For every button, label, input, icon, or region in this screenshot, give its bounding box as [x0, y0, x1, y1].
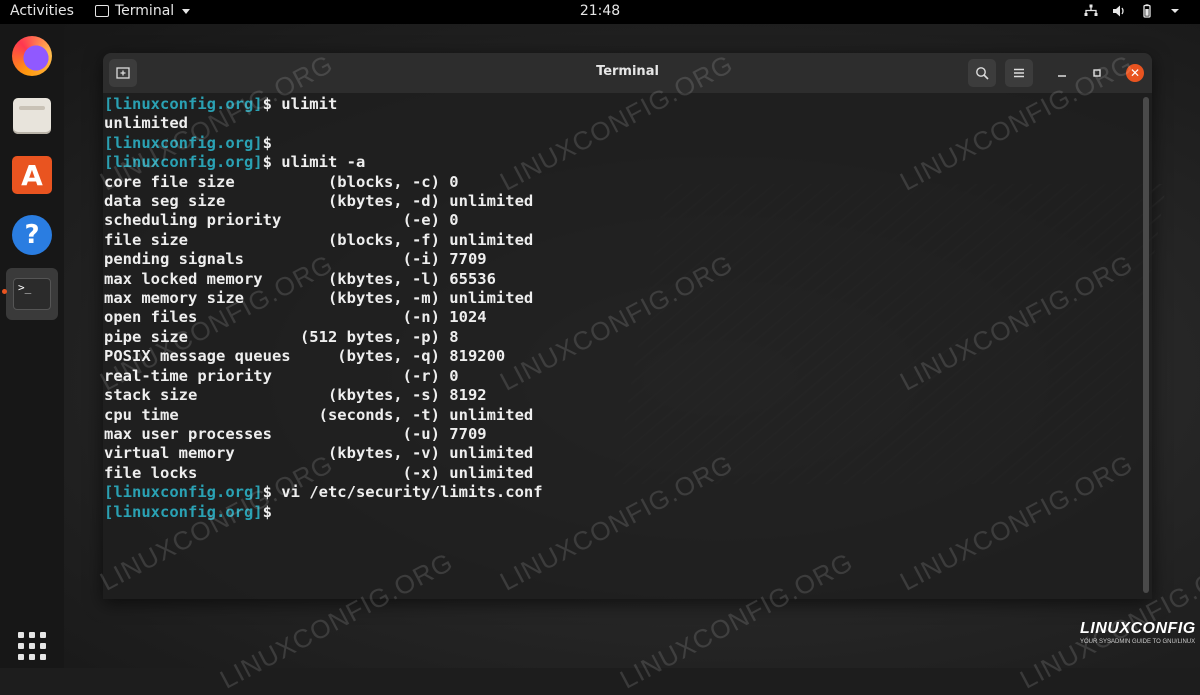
dock-help[interactable]: ?	[6, 209, 58, 261]
terminal-line: data seg size (kbytes, -d) unlimited	[104, 192, 1143, 211]
scrollbar[interactable]	[1143, 97, 1149, 593]
maximize-button[interactable]	[1083, 59, 1111, 87]
close-button[interactable]: ✕	[1121, 59, 1149, 87]
terminal-line: file locks (-x) unlimited	[104, 464, 1143, 483]
terminal-line: max memory size (kbytes, -m) unlimited	[104, 289, 1143, 308]
terminal-line: stack size (kbytes, -s) 8192	[104, 386, 1143, 405]
app-store-icon: A	[12, 156, 52, 194]
hamburger-icon	[1014, 68, 1024, 78]
battery-icon	[1143, 4, 1151, 18]
linuxconfig-logo: LINUXCONFIG YOUR SYSADMIN GUIDE TO GNU/L…	[1080, 620, 1196, 645]
line-text: core file size (blocks, -c) 0	[104, 172, 459, 191]
line-text: unlimited	[104, 114, 188, 133]
clock[interactable]: 21:48	[580, 3, 620, 19]
terminal-line: [linuxconfig.org]$	[104, 134, 1143, 153]
line-text: $ ulimit	[262, 95, 338, 113]
terminal-line: unlimited	[104, 114, 1143, 133]
show-applications-icon[interactable]	[18, 632, 46, 660]
files-icon	[13, 98, 51, 134]
terminal-small-icon	[95, 5, 109, 17]
minimize-icon	[1058, 75, 1066, 77]
help-icon: ?	[12, 215, 52, 255]
line-text: virtual memory (kbytes, -v) unlimited	[104, 444, 534, 463]
line-text: cpu time (seconds, -t) unlimited	[104, 405, 534, 424]
terminal-line: virtual memory (kbytes, -v) unlimited	[104, 444, 1143, 463]
terminal-output[interactable]: [linuxconfig.org]$ ulimit unlimited [linux…	[103, 93, 1143, 599]
firefox-icon	[12, 36, 52, 76]
terminal-line: pending signals (-i) 7709	[104, 250, 1143, 269]
terminal-window: Terminal ✕ [linuxconfig.org]$ ulimit unl…	[103, 53, 1152, 599]
minimize-button[interactable]	[1048, 59, 1076, 87]
logo-name: LINUXCONFIG	[1080, 620, 1196, 637]
power-caret-icon	[1171, 9, 1179, 13]
terminal-icon: >_	[13, 278, 51, 310]
terminal-line: real-time priority (-r) 0	[104, 367, 1143, 386]
terminal-line: POSIX message queues (bytes, -q) 819200	[104, 347, 1143, 366]
terminal-line: [linuxconfig.org]$ ulimit -a	[104, 153, 1143, 172]
caret-down-icon	[182, 8, 191, 14]
terminal-line: cpu time (seconds, -t) unlimited	[104, 406, 1143, 425]
volume-icon	[1113, 5, 1124, 17]
terminal-line: [linuxconfig.org]$	[104, 503, 1143, 522]
line-text: max locked memory (kbytes, -l) 65536	[104, 269, 496, 288]
logo-tagline: YOUR SYSADMIN GUIDE TO GNU/LINUX	[1080, 639, 1196, 645]
dock-terminal[interactable]: >_	[6, 268, 58, 320]
activities-button[interactable]: Activities	[10, 3, 74, 19]
line-text: $	[262, 133, 272, 152]
line-text: open files (-n) 1024	[104, 308, 487, 327]
network-icon	[1084, 4, 1098, 16]
dock-app-store[interactable]: A	[6, 149, 58, 201]
app-menu-label: Terminal	[115, 3, 175, 19]
terminal-line: max locked memory (kbytes, -l) 65536	[104, 270, 1143, 289]
line-text: $ vi /etc/security/limits.conf	[262, 483, 543, 502]
running-indicator	[2, 289, 7, 294]
terminal-line: open files (-n) 1024	[104, 308, 1143, 327]
dock-firefox[interactable]	[6, 30, 58, 82]
search-button[interactable]	[968, 59, 996, 87]
line-text: stack size (kbytes, -s) 8192	[104, 386, 487, 405]
terminal-line: [linuxconfig.org]$ ulimit	[104, 95, 1143, 114]
shell-prompt: [linuxconfig.org]	[104, 483, 263, 502]
close-icon: ✕	[1126, 64, 1144, 82]
app-menu[interactable]: Terminal	[95, 3, 191, 19]
terminal-line: core file size (blocks, -c) 0	[104, 173, 1143, 192]
terminal-line: file size (blocks, -f) unlimited	[104, 231, 1143, 250]
terminal-line: scheduling priority (-e) 0	[104, 211, 1143, 230]
shell-prompt: [linuxconfig.org]	[104, 502, 263, 521]
search-icon	[976, 67, 989, 80]
dock-files[interactable]	[6, 90, 58, 142]
line-text: scheduling priority (-e) 0	[104, 211, 459, 230]
terminal-line: [linuxconfig.org]$ vi /etc/security/limi…	[104, 483, 1143, 502]
dock: A ? >_	[0, 24, 64, 668]
system-tray[interactable]	[1084, 4, 1182, 18]
line-text: real-time priority (-r) 0	[104, 366, 459, 385]
top-bar: Activities Terminal 21:48	[0, 0, 1200, 24]
line-text: data seg size (kbytes, -d) unlimited	[104, 192, 534, 211]
shell-prompt: [linuxconfig.org]	[104, 133, 263, 152]
header-bar[interactable]: Terminal ✕	[103, 53, 1152, 93]
menu-button[interactable]	[1005, 59, 1033, 87]
line-text: pending signals (-i) 7709	[104, 250, 487, 269]
line-text: pipe size (512 bytes, -p) 8	[104, 327, 459, 346]
line-text: max user processes (-u) 7709	[104, 424, 487, 443]
shell-prompt: [linuxconfig.org]	[104, 95, 263, 113]
line-text: $	[262, 502, 272, 521]
line-text: POSIX message queues (bytes, -q) 819200	[104, 347, 506, 366]
line-text: max memory size (kbytes, -m) unlimited	[104, 289, 534, 308]
terminal-line: max user processes (-u) 7709	[104, 425, 1143, 444]
shell-prompt: [linuxconfig.org]	[104, 153, 263, 172]
line-text: file locks (-x) unlimited	[104, 463, 534, 482]
maximize-icon	[1093, 69, 1101, 77]
terminal-line: pipe size (512 bytes, -p) 8	[104, 328, 1143, 347]
line-text: $ ulimit -a	[262, 153, 366, 172]
line-text: file size (blocks, -f) unlimited	[104, 230, 534, 249]
